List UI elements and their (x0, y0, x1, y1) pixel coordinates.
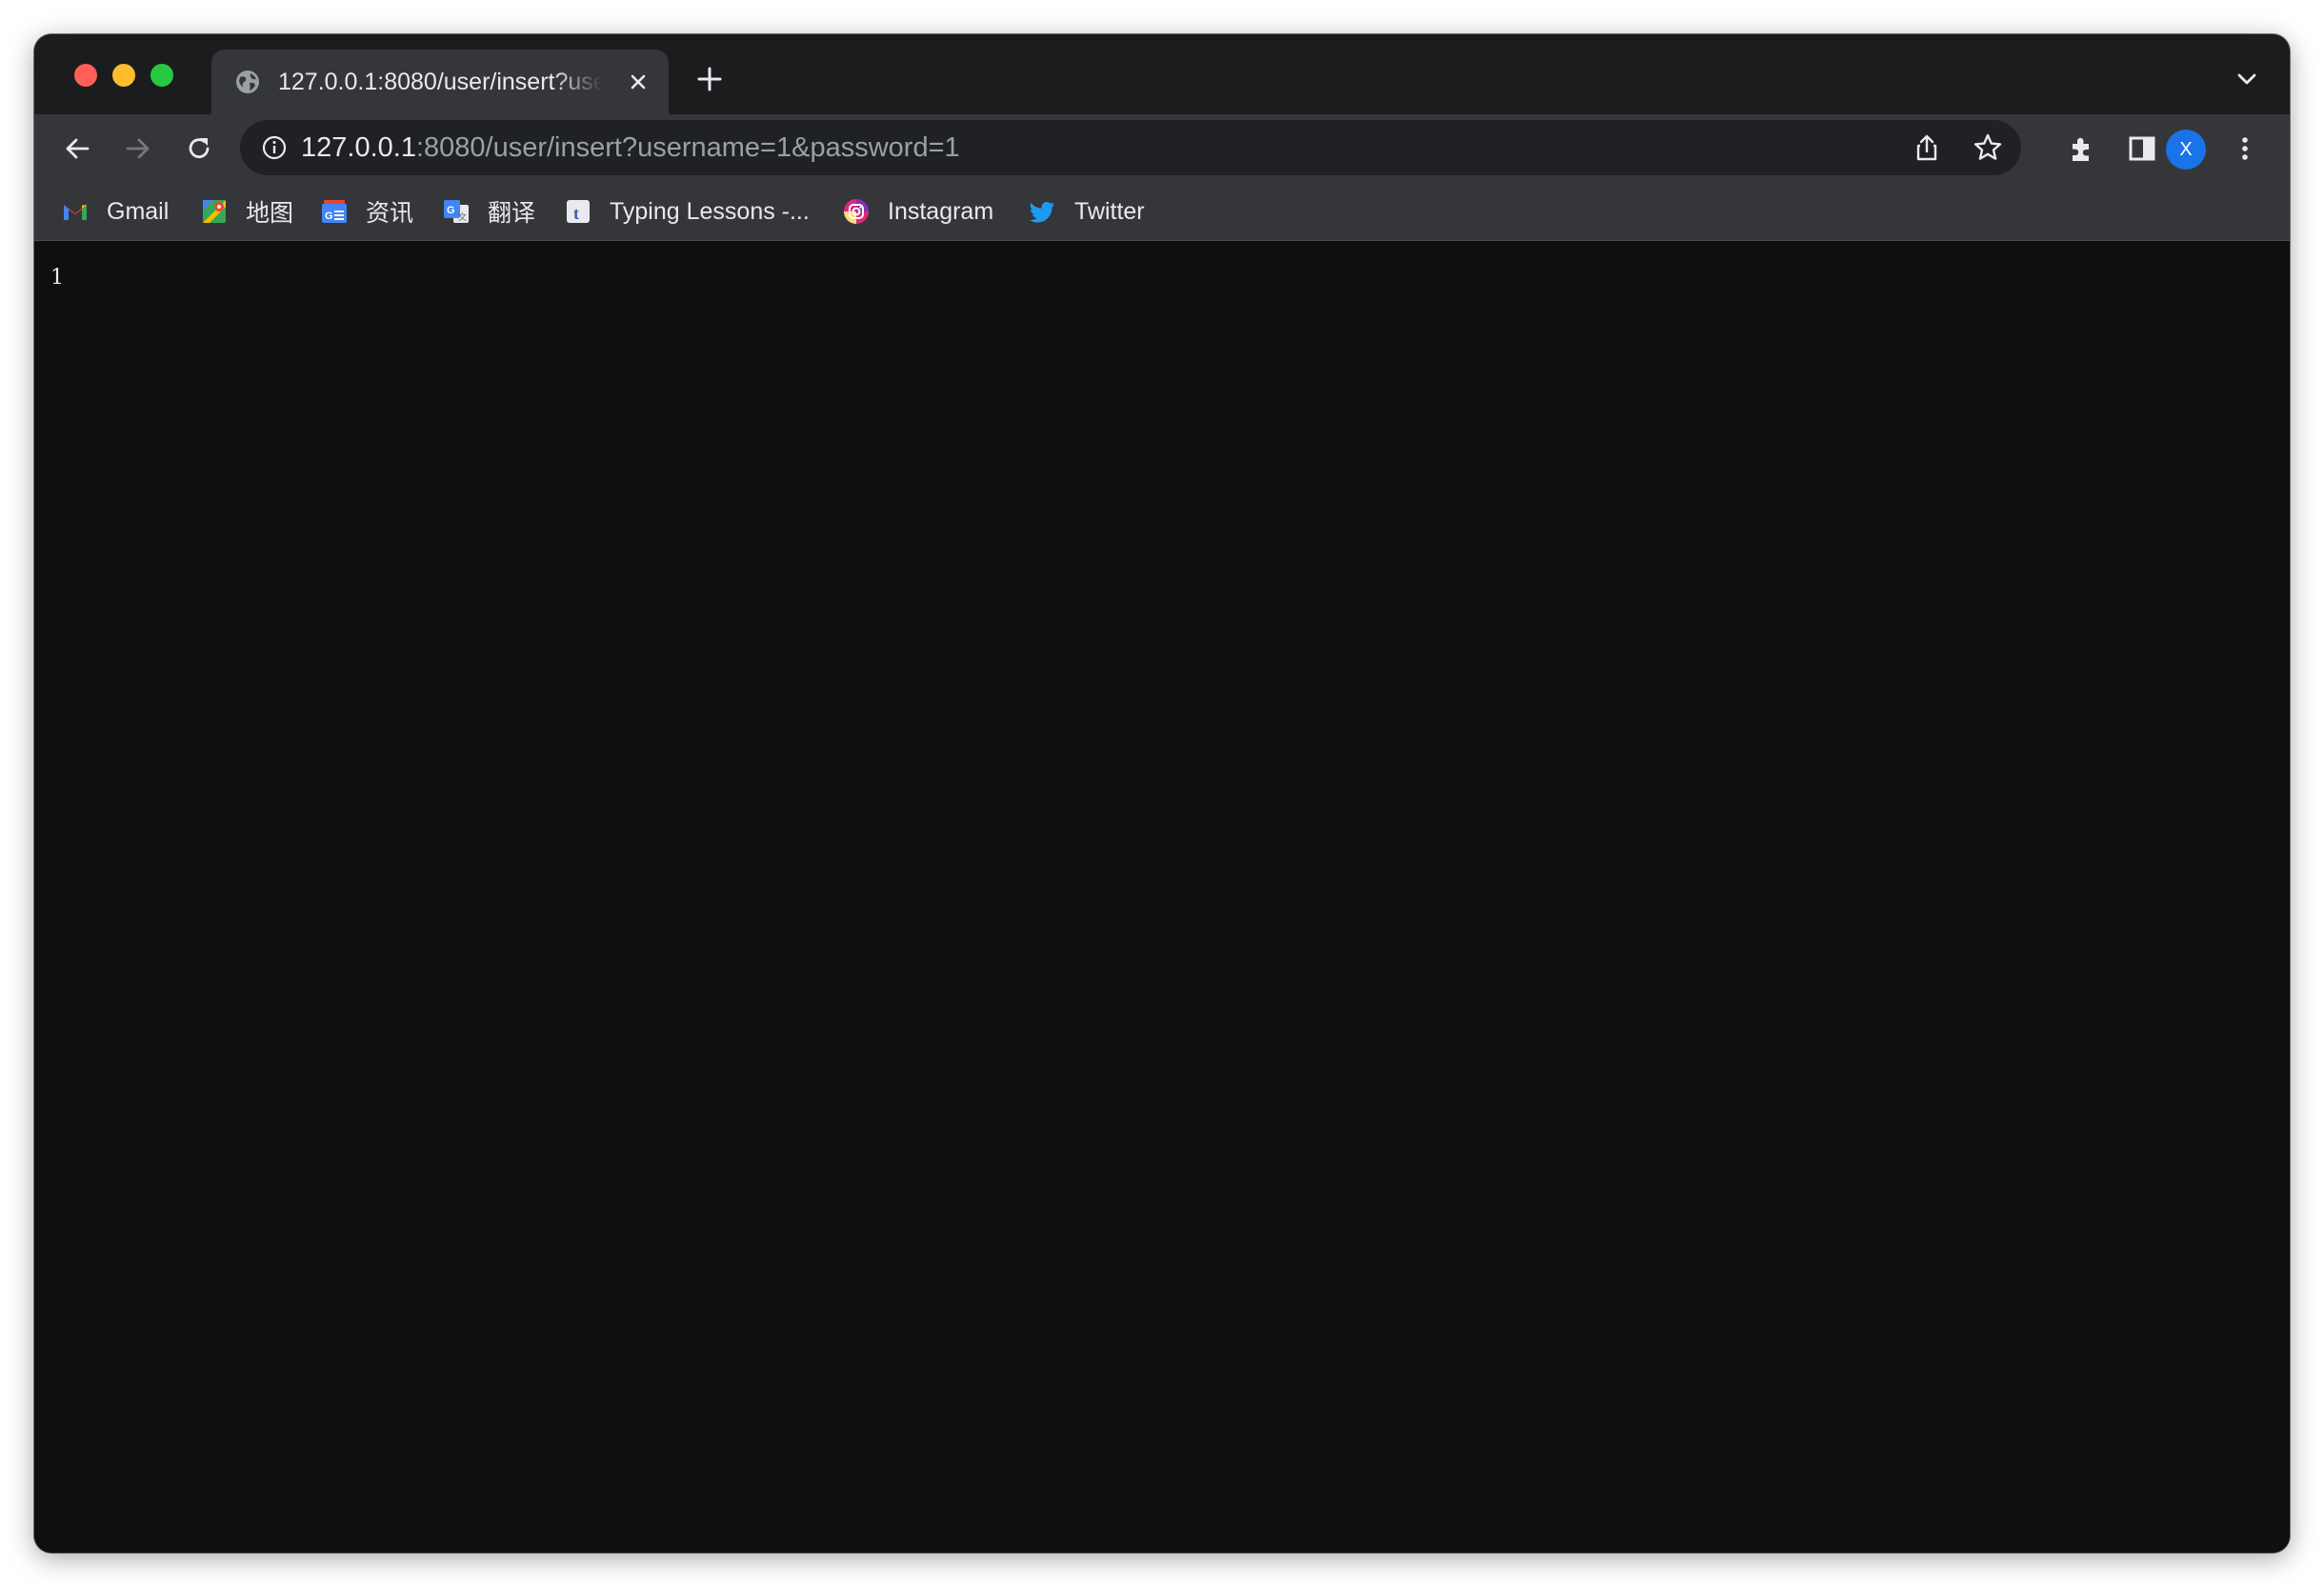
page-content: 1 (34, 241, 2290, 1553)
svg-text:文: 文 (458, 211, 467, 223)
bookmark-label: Typing Lessons -... (610, 197, 810, 225)
star-icon[interactable] (1972, 131, 2004, 164)
svg-text:G: G (447, 205, 455, 216)
info-icon[interactable] (261, 134, 288, 161)
bookmark-typing-lessons[interactable]: t Typing Lessons -... (564, 192, 810, 231)
address-bar[interactable]: 127.0.0.1:8080/user/insert?username=1&pa… (240, 120, 2021, 175)
twitter-icon (1030, 202, 1054, 223)
bookmark-gmail[interactable]: Gmail (61, 192, 169, 231)
close-window-button[interactable] (74, 64, 97, 87)
back-arrow-icon[interactable] (61, 132, 93, 165)
forward-arrow-icon[interactable] (122, 132, 154, 165)
tab-strip: 127.0.0.1:8080/user/insert?username=1&pa… (34, 34, 2290, 114)
page-body-text: 1 (50, 266, 64, 290)
bookmark-maps[interactable]: 地图 (200, 192, 293, 231)
bookmark-label: 翻译 (488, 200, 536, 227)
news-icon: G (322, 200, 347, 223)
minimize-window-button[interactable] (112, 64, 135, 87)
typing-icon: t (567, 200, 590, 223)
reload-icon[interactable] (183, 132, 215, 165)
url-host: 127.0.0.1 (301, 132, 416, 163)
more-menu-icon[interactable] (2229, 132, 2261, 165)
globe-icon (236, 70, 259, 93)
instagram-icon (844, 199, 869, 224)
chevron-down-icon[interactable] (2233, 65, 2261, 93)
zoom-window-button[interactable] (150, 64, 173, 87)
bookmark-news[interactable]: G 资讯 (320, 192, 413, 231)
bookmark-label: 地图 (246, 200, 294, 227)
profile-avatar[interactable]: X (2166, 130, 2206, 170)
bookmark-instagram[interactable]: Instagram (842, 192, 993, 231)
bookmark-label: Twitter (1074, 197, 1145, 225)
gmail-icon (64, 205, 87, 220)
browser-window: 127.0.0.1:8080/user/insert?username=1&pa… (34, 34, 2290, 1553)
extensions-icon[interactable] (2065, 132, 2097, 165)
bookmark-label: Gmail (107, 197, 170, 225)
tab-title: 127.0.0.1:8080/user/insert?username=1&pa… (278, 69, 602, 95)
translate-icon: G 文 (444, 200, 469, 223)
share-icon[interactable] (1911, 131, 1943, 164)
bookmark-label: Instagram (888, 197, 994, 225)
tab-active[interactable]: 127.0.0.1:8080/user/insert?username=1&pa… (211, 50, 669, 114)
bookmark-label: 资讯 (366, 200, 414, 227)
new-tab-button[interactable] (693, 63, 726, 95)
bookmarks-bar: Gmail 地图 G 资讯 G 文 翻译 t Typing Lessons -.… (34, 183, 2290, 241)
bookmark-translate[interactable]: G 文 翻译 (442, 192, 535, 231)
svg-text:t: t (573, 204, 579, 223)
bookmark-twitter[interactable]: Twitter (1029, 192, 1145, 231)
url-text[interactable]: 127.0.0.1:8080/user/insert?username=1&pa… (301, 131, 960, 164)
side-panel-icon[interactable] (2126, 132, 2158, 165)
svg-text:G: G (325, 211, 333, 222)
close-icon[interactable] (625, 69, 651, 95)
url-path: :8080/user/insert?username=1&password=1 (415, 132, 960, 163)
maps-icon (203, 200, 226, 223)
toolbar: 127.0.0.1:8080/user/insert?username=1&pa… (34, 114, 2290, 183)
